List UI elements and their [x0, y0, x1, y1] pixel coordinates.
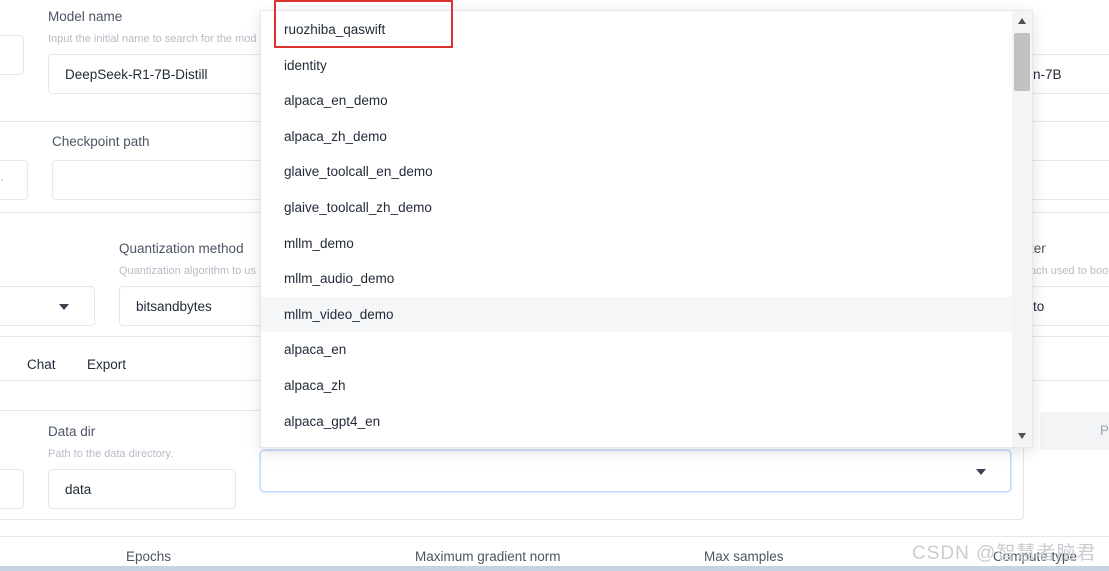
- quantization-method-label: Quantization method: [119, 241, 244, 256]
- dropdown-option[interactable]: glaive_toolcall_en_demo: [261, 154, 1013, 189]
- bottom-slider-track[interactable]: [0, 566, 1109, 571]
- left-truncated-select-3[interactable]: [0, 286, 95, 326]
- chevron-down-icon: [59, 304, 69, 310]
- max-samples-label: Max samples: [704, 549, 784, 564]
- checkpoint-path-label: Checkpoint path: [52, 134, 150, 149]
- highlight-annotation-box: [274, 0, 453, 48]
- quantization-method-hint: Quantization algorithm to us: [119, 265, 256, 277]
- dropdown-option-hovered[interactable]: mllm_video_demo: [261, 297, 1013, 332]
- left-truncated-field-2[interactable]: [0, 160, 28, 200]
- model-name-input[interactable]: DeepSeek-R1-7B-Distill: [48, 54, 278, 94]
- right-hint-fragment-3: ach used to boo: [1030, 265, 1109, 277]
- model-name-hint: Input the initial name to search for the…: [48, 33, 257, 45]
- right-select-3-value: to: [1033, 298, 1045, 314]
- dataset-select[interactable]: [260, 450, 1011, 492]
- data-dir-hint: Path to the data directory.: [48, 448, 174, 460]
- data-dir-value: data: [65, 481, 92, 497]
- dropdown-option[interactable]: mllm_audio_demo: [261, 261, 1013, 296]
- right-truncated-field-2[interactable]: [1020, 160, 1109, 200]
- dropdown-option[interactable]: alpaca_zh_demo: [261, 119, 1013, 154]
- right-select-3[interactable]: to: [1020, 286, 1109, 326]
- left-truncated-field-2-text: ·: [0, 172, 4, 186]
- quantization-method-select[interactable]: bitsandbytes: [119, 286, 279, 326]
- max-grad-norm-label: Maximum gradient norm: [415, 549, 561, 564]
- scroll-down-arrow-icon[interactable]: [1018, 433, 1026, 439]
- checkpoint-path-input[interactable]: [52, 160, 282, 200]
- chevron-down-icon: [976, 469, 986, 475]
- data-dir-label: Data dir: [48, 424, 96, 439]
- quantization-method-value: bitsandbytes: [136, 298, 212, 314]
- data-dir-input[interactable]: data: [48, 469, 236, 509]
- dropdown-scroll-thumb[interactable]: [1014, 33, 1030, 91]
- tab-chat[interactable]: Chat: [27, 357, 56, 372]
- preview-dataset-button-label: P: [1100, 423, 1109, 438]
- dropdown-option[interactable]: alpaca_gpt4_en: [261, 404, 1013, 439]
- dropdown-option[interactable]: alpaca_zh: [261, 368, 1013, 403]
- dropdown-option[interactable]: alpaca_en_demo: [261, 83, 1013, 118]
- dropdown-option[interactable]: identity: [261, 48, 1013, 83]
- divider-5: [0, 536, 1109, 537]
- epochs-label: Epochs: [126, 549, 172, 564]
- dropdown-option[interactable]: alpaca_en: [261, 332, 1013, 367]
- scroll-up-arrow-icon[interactable]: [1018, 18, 1026, 24]
- model-name-value: DeepSeek-R1-7B-Distill: [65, 66, 208, 82]
- dataset-dropdown-list: ruozhiba_qaswift identity alpaca_en_demo…: [260, 10, 1033, 448]
- tab-export[interactable]: Export: [87, 357, 126, 372]
- preview-dataset-button[interactable]: P: [1040, 412, 1109, 450]
- left-truncated-field-1[interactable]: [0, 35, 24, 75]
- model-name-label: Model name: [48, 9, 123, 24]
- model-path-input[interactable]: n-7B: [1020, 54, 1109, 94]
- left-truncated-field-4[interactable]: [0, 469, 24, 509]
- dropdown-option[interactable]: glaive_toolcall_zh_demo: [261, 190, 1013, 225]
- model-path-value-fragment: n-7B: [1033, 66, 1062, 82]
- watermark: CSDN @智慧者脑君: [912, 543, 1097, 564]
- dropdown-option[interactable]: mllm_demo: [261, 226, 1013, 261]
